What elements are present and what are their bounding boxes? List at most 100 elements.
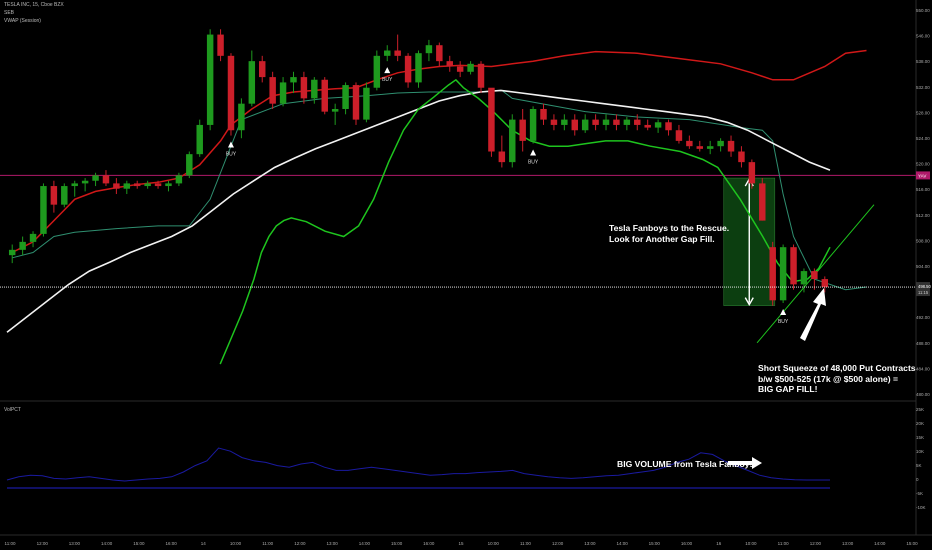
- time-tick-label: 15:00: [391, 541, 403, 546]
- candle: [561, 114, 568, 131]
- candle-body: [800, 271, 808, 285]
- candle: [175, 172, 183, 187]
- candle-body: [634, 119, 641, 125]
- candle-body: [71, 183, 78, 187]
- candle: [759, 178, 766, 221]
- candle: [290, 71, 297, 94]
- volume-tick-label: 10K: [916, 449, 924, 454]
- candle: [50, 180, 58, 213]
- candle: [790, 244, 797, 290]
- candle: [352, 82, 360, 125]
- candle: [415, 50, 422, 88]
- candle-body: [300, 77, 308, 99]
- candle: [550, 114, 558, 131]
- candle: [498, 135, 506, 168]
- time-tick-label: 10:00: [488, 541, 500, 546]
- candle-body: [425, 45, 433, 54]
- price-tick-label: 546.00: [916, 34, 930, 39]
- price-tick-label: 512.00: [916, 213, 930, 218]
- candle-body: [686, 140, 693, 147]
- candle: [540, 103, 547, 125]
- candle: [581, 114, 589, 133]
- candle-body: [602, 119, 610, 125]
- candle-body: [165, 183, 172, 187]
- candle-body: [113, 183, 120, 189]
- candle-body: [446, 61, 453, 67]
- volume-pane-label: VolPCT: [4, 407, 21, 413]
- time-tick-label: 13:00: [584, 541, 596, 546]
- candle: [144, 180, 151, 189]
- candle-body: [665, 122, 672, 131]
- candle: [800, 268, 808, 293]
- candle-body: [196, 124, 203, 155]
- candle: [654, 119, 662, 133]
- time-tick-label: 14:00: [616, 541, 628, 546]
- buy-signal-label: BUY: [382, 77, 393, 83]
- candle-body: [186, 154, 193, 176]
- candle-body: [384, 50, 391, 56]
- candle: [248, 50, 256, 107]
- candle: [519, 108, 526, 152]
- symbol-title: TESLA INC, 15, Cboe BZX: [4, 2, 64, 8]
- candle-body: [154, 183, 162, 187]
- time-tick-label: 16: [716, 541, 722, 546]
- price-tick-label: 528.00: [916, 110, 930, 115]
- candle: [113, 178, 120, 195]
- candle: [602, 114, 610, 131]
- time-tick-label: 15:00: [906, 541, 918, 546]
- candle-body: [311, 79, 318, 99]
- price-pane: BUY BUY BUY BUY: [0, 29, 916, 365]
- candle: [61, 183, 68, 208]
- candle-body: [675, 130, 683, 141]
- squeeze-annotation: Short Squeeze of 48,000 Put Contracts b/…: [758, 363, 916, 394]
- price-tick-label: 484.00: [916, 366, 930, 371]
- candle-body: [331, 108, 339, 112]
- time-tick-label: 13:00: [69, 541, 81, 546]
- price-tick-label: 508.00: [916, 238, 930, 243]
- volume-annotation: BIG VOLUME from Tesla Fanboys: [617, 459, 755, 469]
- series-ma: [6, 89, 831, 333]
- candle: [81, 178, 89, 192]
- candle-body: [727, 140, 735, 152]
- candle: [571, 114, 578, 136]
- time-tick-label: 14: [201, 541, 207, 546]
- candle-body: [519, 119, 526, 141]
- candle: [404, 53, 412, 88]
- time-tick-label: 11:00: [778, 541, 789, 546]
- candle-body: [81, 180, 89, 184]
- candle-body: [102, 175, 110, 184]
- candle: [279, 77, 287, 107]
- candle: [8, 244, 16, 264]
- candle: [811, 268, 818, 290]
- candle-body: [529, 108, 537, 141]
- candle: [29, 231, 37, 248]
- candle: [206, 29, 214, 131]
- buy-signal-triangle: [227, 141, 234, 148]
- candle-body: [779, 247, 787, 301]
- last-price-tag-time: 11:15: [918, 290, 929, 295]
- time-tick-label: 12:00: [37, 541, 49, 546]
- time-tick-label: 12:00: [294, 541, 306, 546]
- candle-body: [467, 63, 474, 72]
- candle-body: [623, 119, 631, 125]
- candle-body: [61, 186, 68, 205]
- time-tick-label: 12:00: [810, 541, 822, 546]
- candle-body: [279, 82, 287, 104]
- candle: [738, 146, 745, 168]
- rescue-annotation: Tesla Fanboys to the Rescue. Look for An…: [609, 223, 730, 244]
- candle-body: [436, 45, 443, 62]
- price-tick-label: 532.00: [916, 85, 930, 90]
- indicator-vwap-label: VWAP (Session): [4, 18, 41, 24]
- candle: [779, 244, 787, 303]
- candle-body: [404, 55, 412, 83]
- candle: [238, 98, 245, 139]
- candle-body: [352, 85, 360, 120]
- candle: [71, 180, 78, 197]
- candle: [717, 138, 724, 152]
- candle-body: [456, 66, 464, 72]
- candle-body: [561, 119, 568, 125]
- candle-body: [550, 119, 558, 125]
- candle-body: [290, 77, 297, 83]
- time-tick-label: 10:00: [230, 541, 242, 546]
- candle: [394, 34, 401, 62]
